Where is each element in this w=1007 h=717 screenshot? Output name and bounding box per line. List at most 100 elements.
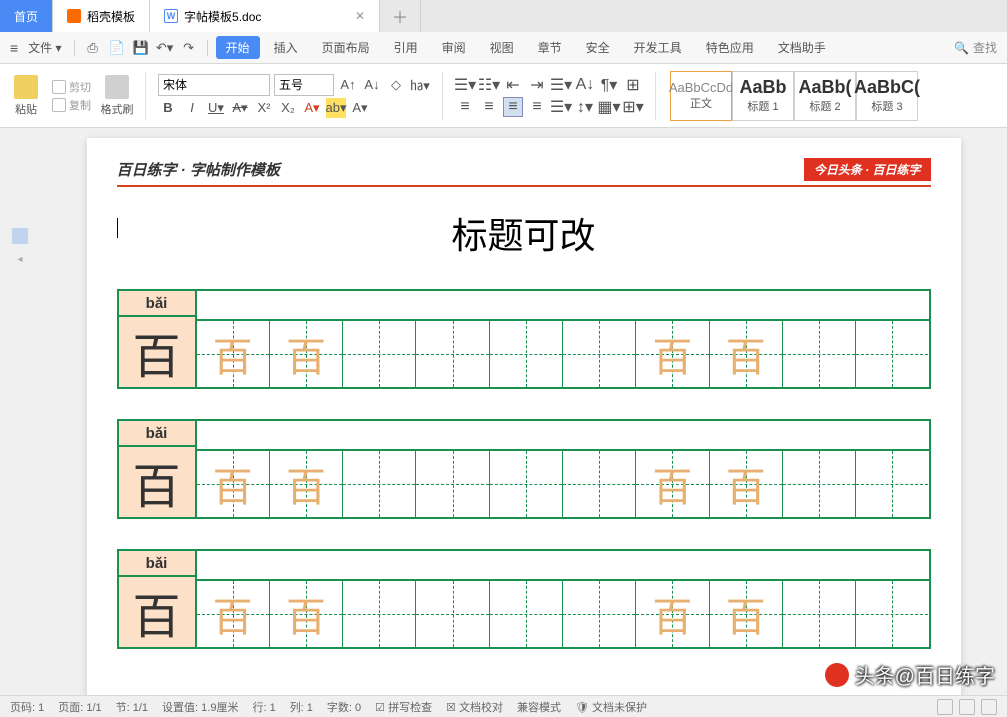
tab-docer-label: 稻壳模板 [87,8,135,25]
main-char: 百 [119,317,195,387]
menu-special[interactable]: 特色应用 [696,36,764,59]
status-spell[interactable]: ☑ 拼写检查 [375,699,432,715]
tab-docer[interactable]: 稻壳模板 [53,0,150,32]
practice-cell: 百 [197,321,270,387]
menu-layout[interactable]: 页面布局 [312,36,380,59]
undo-icon[interactable]: ↶▾ [155,38,175,58]
menu-ref[interactable]: 引用 [384,36,428,59]
pinyin: bǎi [119,551,195,577]
super-button[interactable]: X² [254,98,274,118]
paste-button[interactable]: 粘贴 [8,75,44,117]
menu-chapter[interactable]: 章节 [528,36,572,59]
hamburger-icon[interactable]: ≡ [10,40,18,56]
main-char: 百 [119,577,195,647]
main-char: 百 [119,447,195,517]
save-icon[interactable]: 💾 [131,38,151,58]
bold-button[interactable]: B [158,98,178,118]
practice-cell: 百 [636,451,709,517]
search-button[interactable]: 🔍 查找 [954,39,997,56]
status-chars[interactable]: 字数: 0 [327,699,361,715]
align-justify-button[interactable]: ≡ [527,97,547,117]
font-select[interactable] [158,74,270,96]
distribute-button[interactable]: ☰▾ [551,97,571,117]
spacing-button[interactable]: ☰▾ [551,75,571,95]
font-color-button[interactable]: A▾ [302,98,322,118]
practice-cell [856,321,928,387]
pinyin: bǎi [119,421,195,447]
tab-document[interactable]: W字帖模板5.doc✕ [150,0,380,32]
menu-dev[interactable]: 开发工具 [624,36,692,59]
document-page[interactable]: 百日练字 · 字帖制作模板 今日头条 · 百日练字 标题可改 bǎi百百百百百b… [87,138,961,698]
cut-icon [52,80,66,94]
brush-icon [105,75,129,99]
view-icon[interactable] [937,699,953,715]
line-spacing-button[interactable]: ↕▾ [575,97,595,117]
cut-button[interactable]: 剪切 [52,79,91,95]
tab-home[interactable]: 首页 [0,0,53,32]
status-page[interactable]: 页码: 1 [10,699,44,715]
status-pages[interactable]: 页面: 1/1 [58,699,101,715]
practice-cell [343,321,416,387]
menu-insert[interactable]: 插入 [264,36,308,59]
align-right-button[interactable]: ≡ [503,97,523,117]
status-protect[interactable]: 🛡 文档未保护 [575,699,647,715]
redo-icon[interactable]: ↷ [179,38,199,58]
watermark-logo-icon [825,663,849,687]
view2-icon[interactable] [959,699,975,715]
menu-start[interactable]: 开始 [216,36,260,59]
shading-button[interactable]: ▦▾ [599,97,619,117]
sort-button[interactable]: A↓ [575,75,595,95]
pinyin: bǎi [119,291,195,317]
size-select[interactable] [274,74,334,96]
format-painter-button[interactable]: 格式刷 [99,75,135,117]
grow-font-icon[interactable]: A↑ [338,75,358,95]
clear-format-icon[interactable]: ◇ [386,75,406,95]
indent-button[interactable]: ⇥ [527,75,547,95]
italic-button[interactable]: I [182,98,202,118]
print-icon[interactable]: ⎙ [83,38,103,58]
gutter-icon[interactable] [12,228,28,244]
status-col[interactable]: 列: 1 [290,699,313,715]
menu-review[interactable]: 审阅 [432,36,476,59]
close-icon[interactable]: ✕ [355,9,365,23]
menu-safe[interactable]: 安全 [576,36,620,59]
status-section[interactable]: 节: 1/1 [116,699,148,715]
char-style-icon[interactable]: ㏊▾ [410,75,430,95]
preview-icon[interactable]: 📄 [107,38,127,58]
sub-button[interactable]: X₂ [278,98,298,118]
menu-view[interactable]: 视图 [480,36,524,59]
practice-cell: 百 [710,581,783,647]
numbering-button[interactable]: ☷▾ [479,75,499,95]
strike-button[interactable]: A▾ [230,98,250,118]
marks-button[interactable]: ¶▾ [599,75,619,95]
menu-file[interactable]: 文件 ▾ [24,39,65,56]
gutter-arrow-icon[interactable]: ◂ [17,254,22,265]
tab-add[interactable]: ＋ [380,0,421,32]
highlight-button[interactable]: ab▾ [326,98,346,118]
align-left-button[interactable]: ≡ [455,97,475,117]
status-setval[interactable]: 设置值: 1.9厘米 [162,699,238,715]
underline-button[interactable]: U▾ [206,98,226,118]
status-proof[interactable]: ☒ 文档校对 [446,699,503,715]
menu-helper[interactable]: 文档助手 [768,36,836,59]
bullets-button[interactable]: ☰▾ [455,75,475,95]
header-left: 百日练字 · 字帖制作模板 [117,159,280,180]
style-h2[interactable]: AaBb(标题 2 [794,71,856,121]
align-center-button[interactable]: ≡ [479,97,499,117]
status-compat[interactable]: 兼容模式 [517,699,561,715]
doc-title[interactable]: 标题可改 [117,207,931,259]
effects-button[interactable]: A▾ [350,98,370,118]
outdent-button[interactable]: ⇤ [503,75,523,95]
columns-button[interactable]: ⊞ [623,75,643,95]
copy-button[interactable]: 复制 [52,97,91,113]
practice-cell [563,321,636,387]
view3-icon[interactable] [981,699,997,715]
style-normal[interactable]: AaBbCcDd正文 [670,71,732,121]
style-h3[interactable]: AaBbC(标题 3 [856,71,918,121]
shrink-font-icon[interactable]: A↓ [362,75,382,95]
text-cursor [117,218,118,238]
style-gallery: AaBbCcDd正文 AaBb标题 1 AaBb(标题 2 AaBbC(标题 3 [670,71,918,121]
style-h1[interactable]: AaBb标题 1 [732,71,794,121]
status-row[interactable]: 行: 1 [252,699,275,715]
borders-button[interactable]: ⊞▾ [623,97,643,117]
